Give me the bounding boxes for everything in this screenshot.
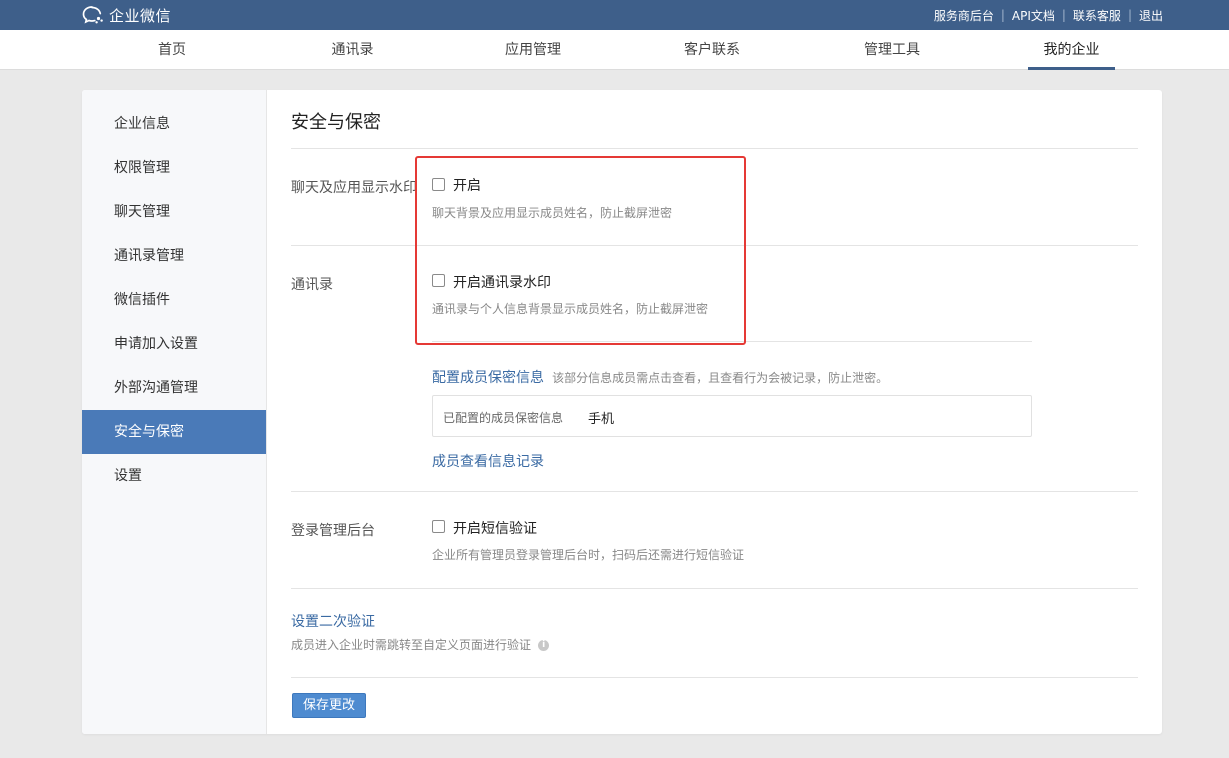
divider <box>432 341 1032 342</box>
wework-logo-icon <box>82 5 104 25</box>
sms-verification-checkbox-label[interactable]: 开启短信验证 <box>453 518 537 538</box>
contacts-watermark-hint: 通讯录与个人信息背景显示成员姓名，防止截屏泄密 <box>432 302 709 316</box>
divider: | <box>1061 8 1066 22</box>
divider <box>291 491 1138 492</box>
tab-contacts[interactable]: 通讯录 <box>315 30 390 70</box>
contacts-label: 通讯录 <box>291 277 333 293</box>
info-icon[interactable]: i <box>538 640 550 651</box>
divider <box>291 588 1138 589</box>
configured-info-key: 已配置的成员保密信息 <box>443 411 564 425</box>
configure-confidential-info-link[interactable]: 配置成员保密信息 <box>432 370 544 386</box>
login-admin-label: 登录管理后台 <box>291 523 375 539</box>
sidebar-item-enterprise-info[interactable]: 企业信息 <box>82 102 266 146</box>
save-button[interactable]: 保存更改 <box>292 693 366 718</box>
watermark-checkbox[interactable] <box>432 178 445 191</box>
divider <box>291 245 1138 246</box>
configure-confidential-info-desc: 该部分信息成员需点击查看，且查看行为会被记录，防止泄密。 <box>552 371 889 385</box>
configured-confidential-info-box: 已配置的成员保密信息 手机 <box>432 395 1032 437</box>
top-links: 服务商后台 | API文档 | 联系客服 | 退出 <box>934 0 1163 30</box>
watermark-hint: 聊天背景及应用显示成员姓名，防止截屏泄密 <box>432 206 673 220</box>
second-verification-hint-row: 成员进入企业时需跳转至自定义页面进行验证 i <box>291 636 550 653</box>
sidebar-item-permissions[interactable]: 权限管理 <box>82 146 266 190</box>
page-title: 安全与保密 <box>291 112 381 133</box>
divider <box>291 148 1138 149</box>
top-header: 企业微信 服务商后台 | API文档 | 联系客服 | 退出 <box>0 0 1229 30</box>
sms-verification-checkbox[interactable] <box>432 520 445 533</box>
watermark-label: 聊天及应用显示水印 <box>291 180 417 196</box>
divider: | <box>1127 8 1132 22</box>
settings-card: 企业信息 权限管理 聊天管理 通讯录管理 微信插件 申请加入设置 外部沟通管理 … <box>82 90 1162 734</box>
second-verification-hint: 成员进入企业时需跳转至自定义页面进行验证 <box>291 638 532 652</box>
sidebar-item-chat-management[interactable]: 聊天管理 <box>82 190 266 234</box>
main-content: 安全与保密 聊天及应用显示水印 开启 聊天背景及应用显示成员姓名，防止截屏泄密 … <box>267 90 1162 734</box>
tab-customer-contact[interactable]: 客户联系 <box>668 30 756 70</box>
sidebar-item-join-settings[interactable]: 申请加入设置 <box>82 322 266 366</box>
tab-app-management[interactable]: 应用管理 <box>488 30 578 70</box>
service-provider-link[interactable]: 服务商后台 <box>934 7 994 24</box>
sidebar-item-settings[interactable]: 设置 <box>82 454 266 498</box>
sidebar-item-wechat-plugin[interactable]: 微信插件 <box>82 278 266 322</box>
member-view-records-link[interactable]: 成员查看信息记录 <box>432 451 544 471</box>
contacts-watermark-checkbox[interactable] <box>432 274 445 287</box>
tab-my-enterprise[interactable]: 我的企业 <box>1028 30 1115 70</box>
divider <box>291 677 1138 678</box>
configured-info-value: 手机 <box>588 412 615 427</box>
contact-support-link[interactable]: 联系客服 <box>1073 7 1121 24</box>
sidebar-item-external-communication[interactable]: 外部沟通管理 <box>82 366 266 410</box>
brand-name: 企业微信 <box>109 6 172 25</box>
sidebar: 企业信息 权限管理 聊天管理 通讯录管理 微信插件 申请加入设置 外部沟通管理 … <box>82 90 267 734</box>
second-verification-link[interactable]: 设置二次验证 <box>291 611 375 631</box>
sidebar-item-contacts-management[interactable]: 通讯录管理 <box>82 234 266 278</box>
main-nav: 首页 通讯录 应用管理 客户联系 管理工具 我的企业 <box>0 30 1229 70</box>
member-confidential-config-row: 配置成员保密信息 该部分信息成员需点击查看，且查看行为会被记录，防止泄密。 <box>432 367 888 387</box>
brand-logo[interactable]: 企业微信 <box>82 4 171 26</box>
tab-management-tools[interactable]: 管理工具 <box>848 30 936 70</box>
contacts-watermark-checkbox-label[interactable]: 开启通讯录水印 <box>453 272 551 292</box>
logout-link[interactable]: 退出 <box>1139 7 1163 24</box>
api-docs-link[interactable]: API文档 <box>1012 7 1055 24</box>
divider: | <box>1000 8 1005 22</box>
sms-verification-hint: 企业所有管理员登录管理后台时，扫码后还需进行短信验证 <box>432 548 745 562</box>
sidebar-item-security[interactable]: 安全与保密 <box>82 410 266 454</box>
tab-home[interactable]: 首页 <box>142 30 202 70</box>
watermark-checkbox-label[interactable]: 开启 <box>453 175 481 195</box>
